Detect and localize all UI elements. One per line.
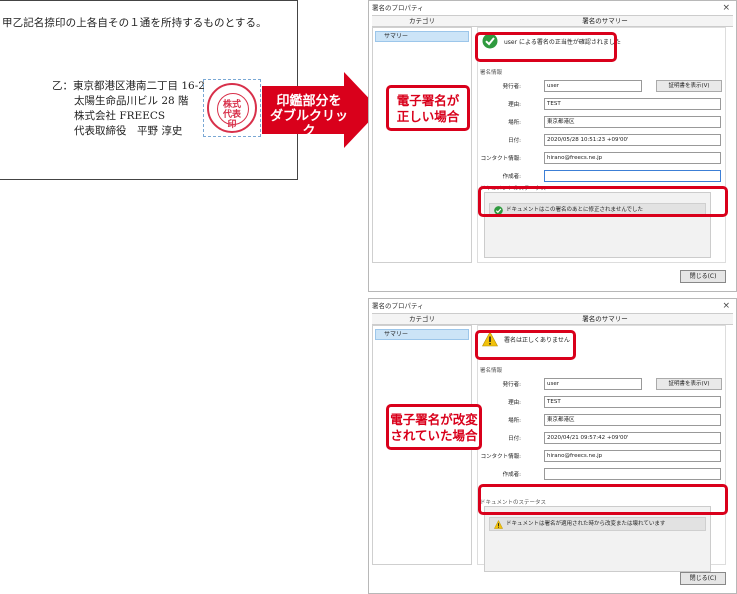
category-header: カテゴリ — [409, 315, 435, 323]
contract-document-excerpt: 甲乙記名捺印の上各自その１通を所持するものとする。 乙：東京都港区港南二丁目 1… — [0, 0, 298, 180]
invalid-status-highlight — [475, 330, 576, 360]
location-field[interactable]: 東京都港区 — [544, 116, 721, 128]
signature-info-form: 発行者: user 証明書を表示(V) 理由: TEST 場所: 東京都港区 日付: 20… — [480, 376, 722, 484]
document-status-row: ドキュメントは署名が適用された時から改変または壊れています — [489, 517, 706, 531]
author-label: 作成者: — [502, 472, 521, 478]
close-button[interactable]: 閉じる(C) — [680, 572, 726, 585]
contact-label: コンタクト情報: — [480, 156, 521, 162]
section-sign-info-title: 署名情報 — [480, 70, 503, 76]
summary-header: 署名のサマリー — [582, 17, 628, 25]
contact-field[interactable]: hirano@freecs.ne.jp — [544, 152, 721, 164]
valid-signature-callout: 電子署名が 正しい場合 — [386, 85, 470, 131]
location-field[interactable]: 東京都港区 — [544, 414, 721, 426]
invalid-signature-callout: 電子署名が改変 されていた場合 — [386, 404, 482, 450]
party-representative: 代表取締役 平野 淳史 — [74, 125, 183, 137]
valid-doc-status-highlight — [478, 186, 728, 217]
signer-label: 発行者: — [502, 84, 521, 90]
sidebar-item-summary[interactable]: サマリー — [375, 31, 469, 42]
date-label: 日付: — [508, 138, 521, 144]
contract-clause-text: 甲乙記名捺印の上各自その１通を所持するものとする。 — [2, 17, 267, 29]
reason-label: 理由: — [508, 400, 521, 406]
party-building: 太陽生命品川ビル 28 階 — [74, 95, 189, 107]
dialog-title: 署名のプロパティ — [372, 4, 424, 12]
summary-header: 署名のサマリー — [582, 315, 628, 323]
author-field[interactable] — [544, 468, 721, 480]
location-label: 場所: — [508, 418, 521, 424]
date-field[interactable]: 2020/04/21 09:57:42 +09'00' — [544, 432, 721, 444]
document-status-box: ドキュメントは署名が適用された時から改変または壊れています — [484, 506, 711, 572]
signer-field[interactable]: user — [544, 378, 642, 390]
signature-info-form: 発行者: user 証明書を表示(V) 理由: TEST 場所: 東京都港区 日付: 20… — [480, 78, 722, 186]
party-address: 東京都港区港南二丁目 16-2 — [73, 80, 205, 92]
section-sign-info-title: 署名情報 — [480, 368, 503, 374]
document-status-text: ドキュメントは署名が適用された時から改変または壊れています — [506, 521, 666, 527]
reason-label: 理由: — [508, 102, 521, 108]
warning-triangle-icon — [494, 520, 503, 529]
dialog-titlebar: 署名のプロパティ × — [369, 1, 736, 15]
author-field[interactable] — [544, 170, 721, 182]
summary-pane: 署名は正しくありません 署名情報 発行者: user 証明書を表示(V) 理由: TE… — [477, 325, 726, 572]
close-icon[interactable]: × — [722, 299, 730, 313]
close-icon[interactable]: × — [722, 1, 730, 15]
view-certificate-button[interactable]: 証明書を表示(V) — [656, 80, 722, 92]
column-headers: カテゴリ 署名のサマリー — [372, 313, 733, 325]
sidebar-item-summary[interactable]: サマリー — [375, 329, 469, 340]
signatory-block: 乙：東京都港区港南二丁目 16-2 太陽生命品川ビル 28 階 株式会社 FRE… — [52, 79, 205, 139]
valid-status-highlight — [475, 32, 617, 62]
instruction-arrow-label: 印鑑部分を ダブルクリック — [269, 94, 348, 139]
invalid-doc-status-highlight — [478, 484, 728, 515]
view-certificate-button[interactable]: 証明書を表示(V) — [656, 378, 722, 390]
contact-label: コンタクト情報: — [480, 454, 521, 460]
date-field[interactable]: 2020/05/28 10:51:23 +09'00' — [544, 134, 721, 146]
party-prefix: 乙： — [52, 80, 73, 92]
reason-field[interactable]: TEST — [544, 396, 721, 408]
location-label: 場所: — [508, 120, 521, 126]
column-headers: カテゴリ 署名のサマリー — [372, 15, 733, 27]
close-button[interactable]: 閉じる(C) — [680, 270, 726, 283]
signer-field[interactable]: user — [544, 80, 642, 92]
date-label: 日付: — [508, 436, 521, 442]
signer-label: 発行者: — [502, 382, 521, 388]
category-header: カテゴリ — [409, 17, 435, 25]
reason-field[interactable]: TEST — [544, 98, 721, 110]
author-label: 作成者: — [502, 174, 521, 180]
category-sidebar: サマリー — [372, 27, 472, 263]
company-seal-stamp-icon[interactable]: 株式 代表印 — [207, 83, 257, 133]
summary-pane: user による署名の正当性が確認されました 署名情報 発行者: user 証明書を… — [477, 27, 726, 263]
dialog-titlebar: 署名のプロパティ × — [369, 299, 736, 313]
contact-field[interactable]: hirano@freecs.ne.jp — [544, 450, 721, 462]
party-company: 株式会社 FREECS — [74, 110, 166, 122]
dialog-title: 署名のプロパティ — [372, 302, 424, 310]
